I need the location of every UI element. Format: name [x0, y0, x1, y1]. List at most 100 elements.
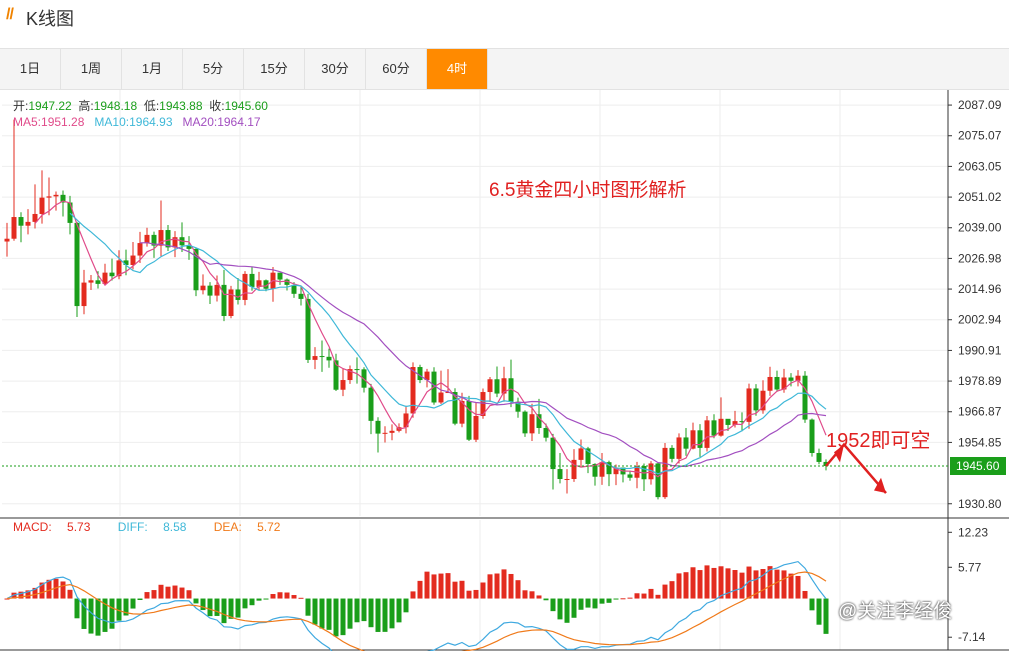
- tab-60min[interactable]: 60分: [366, 49, 427, 89]
- macd-bar: [683, 572, 689, 599]
- candle-body: [711, 420, 717, 436]
- candle: [809, 418, 815, 457]
- macd-tick-label: 12.23: [958, 525, 988, 539]
- macd-bar: [109, 598, 115, 629]
- candle: [683, 427, 689, 456]
- candle: [144, 227, 150, 247]
- candle-body: [312, 356, 318, 360]
- macd-bar: [697, 570, 703, 599]
- candle-body: [130, 255, 136, 265]
- macd-bar: [466, 590, 472, 599]
- candle: [795, 370, 801, 387]
- candle-body: [46, 196, 52, 198]
- candle-body: [676, 437, 682, 459]
- candle: [536, 398, 542, 434]
- candle: [424, 368, 430, 388]
- candle-body: [11, 217, 17, 239]
- macd-bar: [662, 584, 668, 599]
- candle: [60, 190, 66, 217]
- macd-bar: [676, 573, 682, 599]
- candle: [802, 371, 808, 423]
- candle-body: [774, 376, 780, 390]
- candle: [564, 469, 570, 494]
- macd-bar: [389, 598, 395, 629]
- macd-bar: [186, 590, 192, 599]
- tab-30min[interactable]: 30分: [305, 49, 366, 89]
- macd-bar: [172, 585, 178, 599]
- candle-body: [221, 284, 227, 317]
- candle-body: [802, 375, 808, 420]
- macd-bar: [382, 598, 388, 632]
- macd-bar: [214, 598, 220, 616]
- macd-bar: [718, 566, 724, 599]
- macd-bar: [578, 598, 584, 610]
- ma20-label: MA20:: [182, 115, 218, 129]
- tab-1m[interactable]: 1月: [122, 49, 183, 89]
- price-tick-label: 1990.91: [958, 343, 1002, 357]
- candle-body: [788, 377, 794, 381]
- macd-bar: [669, 581, 675, 599]
- high-label: 高:: [78, 99, 94, 113]
- candle-body: [816, 452, 822, 462]
- candle: [319, 340, 325, 372]
- candle: [403, 405, 409, 434]
- candle-body: [725, 418, 731, 425]
- macd-bar: [431, 574, 437, 599]
- price-tick-label: 1966.87: [958, 405, 1002, 419]
- tab-15min[interactable]: 15分: [244, 49, 305, 89]
- tab-5min[interactable]: 5分: [183, 49, 244, 89]
- tab-1d[interactable]: 1日: [0, 49, 61, 89]
- price-tick-label: 2051.02: [958, 190, 1002, 204]
- candle-body: [235, 289, 241, 300]
- macd-bar: [291, 595, 297, 599]
- macd-bar: [165, 586, 171, 599]
- candle: [627, 470, 633, 481]
- macd-bar: [375, 598, 381, 632]
- candle: [578, 439, 584, 468]
- candle-body: [74, 222, 80, 307]
- macd-bar: [564, 598, 570, 623]
- ma20-value: 1964.17: [217, 115, 261, 129]
- candle: [382, 426, 388, 443]
- candle-body: [522, 411, 528, 434]
- dea-line: [6, 571, 827, 651]
- candle: [501, 366, 507, 402]
- macd-legend: MACD: 5.73 DIFF: 8.58 DEA: 5.72: [13, 520, 304, 534]
- macd-bar: [550, 598, 556, 612]
- candle-body: [697, 430, 703, 448]
- candle: [522, 410, 528, 437]
- macd-bar: [613, 598, 619, 600]
- candle-body: [655, 463, 661, 498]
- candle-body: [340, 380, 346, 390]
- candle: [158, 200, 164, 257]
- candle-body: [144, 234, 150, 244]
- macd-bar: [557, 598, 563, 620]
- macd-bar: [508, 573, 514, 599]
- candle-body: [543, 427, 549, 438]
- price-tick-label: 2002.94: [958, 313, 1002, 327]
- macd-bar: [494, 573, 500, 599]
- candle: [543, 423, 549, 442]
- macd-bar: [809, 598, 815, 611]
- macd-bar: [501, 569, 507, 599]
- candle-body: [529, 414, 535, 434]
- macd-bar: [543, 598, 549, 601]
- tab-1w[interactable]: 1周: [61, 49, 122, 89]
- macd-bar: [179, 587, 185, 599]
- candle-body: [25, 221, 31, 226]
- diff-label: DIFF:: [117, 520, 148, 534]
- tab-4h[interactable]: 4时: [427, 49, 488, 89]
- macd-bar: [487, 574, 493, 599]
- candle-body: [767, 376, 773, 391]
- price-tick-label: 1978.89: [958, 374, 1002, 388]
- candle: [221, 269, 227, 322]
- candle: [697, 424, 703, 457]
- candle: [767, 366, 773, 396]
- macd-bar: [445, 573, 451, 599]
- candle: [389, 424, 395, 441]
- candle-body: [627, 474, 633, 478]
- candle: [81, 269, 87, 315]
- candle-body: [564, 479, 570, 481]
- candle: [172, 231, 178, 258]
- candle: [207, 282, 213, 305]
